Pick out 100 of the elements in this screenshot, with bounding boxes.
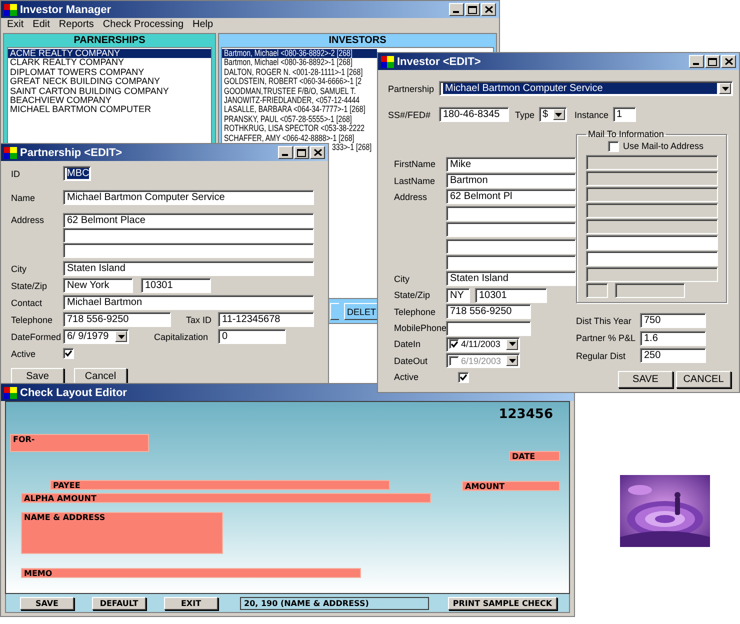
- field-label: ID: [11, 168, 21, 178]
- maximize-button[interactable]: [465, 3, 480, 16]
- editor-button[interactable]: DEFAULT: [92, 596, 146, 610]
- close-button[interactable]: [721, 55, 736, 68]
- minimize-button[interactable]: [449, 3, 464, 16]
- check-field[interactable]: MEMO: [21, 568, 361, 578]
- menu-item[interactable]: Edit: [32, 19, 50, 30]
- close-icon: [724, 58, 732, 65]
- text-field[interactable]: [586, 283, 608, 298]
- text-field[interactable]: 750: [640, 313, 706, 328]
- list-item[interactable]: DALTON, ROGER N. <001-28-1111>-1 [268]: [222, 68, 377, 78]
- field-label: Contact: [11, 298, 44, 308]
- id-field[interactable]: MBC: [63, 166, 91, 181]
- list-item[interactable]: DIPLOMAT TOWERS COMPANY: [8, 68, 211, 78]
- list-item[interactable]: GOODMAN,TRUSTEE F/B/O, SAMUEL T.: [222, 86, 377, 96]
- field-label: DateIn: [394, 339, 422, 350]
- list-item[interactable]: SAINT CARTON BUILDING COMPANY: [8, 86, 211, 96]
- delete-button[interactable]: DELET: [344, 303, 377, 320]
- text-field[interactable]: 250: [640, 348, 706, 364]
- text-field[interactable]: [446, 238, 576, 254]
- dialog-button[interactable]: CANCEL: [676, 370, 731, 388]
- text-field[interactable]: 1.6: [640, 330, 706, 346]
- close-button[interactable]: [310, 146, 325, 159]
- menu-item[interactable]: Help: [192, 19, 214, 30]
- text-field[interactable]: [446, 255, 576, 270]
- text-field[interactable]: 10301: [475, 288, 547, 303]
- text-field[interactable]: Staten Island: [63, 261, 314, 276]
- check-field[interactable]: PAYEE: [50, 480, 390, 490]
- list-item[interactable]: CLARK REALTY COMPANY: [8, 58, 211, 68]
- text-field[interactable]: Michael Bartmon Computer Service: [63, 190, 314, 205]
- list-item[interactable]: Bartmon, Michael <080-36-8892>-1 [268]: [222, 58, 377, 68]
- field-label: Active: [394, 372, 420, 382]
- text-field[interactable]: [63, 243, 314, 258]
- text-field[interactable]: [446, 222, 576, 238]
- text-field[interactable]: Bartmon: [446, 173, 576, 188]
- check-field[interactable]: ALPHA AMOUNT: [21, 493, 431, 503]
- text-field[interactable]: Michael Bartmon: [63, 295, 314, 310]
- text-field[interactable]: 0: [218, 329, 286, 344]
- list-item[interactable]: Bartmon, Michael <080-36-8892>-2 [268]: [222, 49, 377, 58]
- close-button[interactable]: [481, 3, 496, 16]
- print-button[interactable]: PRINT SAMPLE CHECK: [448, 596, 557, 610]
- field-label: Active: [11, 348, 37, 358]
- checkbox[interactable]: [449, 339, 459, 350]
- list-item[interactable]: ROTHKRUG, LISA SPECTOR <053-38-2222: [222, 124, 377, 134]
- list-item[interactable]: ACME REALTY COMPANY: [8, 49, 211, 58]
- text-field[interactable]: [586, 235, 718, 250]
- text-field[interactable]: 62 Belmont Place: [63, 213, 314, 228]
- text-field[interactable]: 1: [612, 107, 636, 122]
- date-dropdown[interactable]: 6/ 9/1979: [63, 329, 129, 344]
- text-field[interactable]: 62 Belmont Pl: [446, 189, 576, 204]
- text-field[interactable]: New York: [63, 278, 133, 293]
- list-item[interactable]: BEACHVIEW COMPANY: [8, 96, 211, 106]
- list-item[interactable]: GREAT NECK BUILDING COMPANY: [8, 77, 211, 87]
- editor-button[interactable]: SAVE: [20, 596, 74, 610]
- checkbox[interactable]: [449, 356, 459, 366]
- checkbox[interactable]: [458, 372, 469, 383]
- maximize-button[interactable]: [705, 55, 720, 68]
- menu-item[interactable]: Check Processing: [102, 19, 184, 30]
- list-item[interactable]: MICHAEL BARTMON COMPUTER: [8, 105, 211, 115]
- text-field[interactable]: Staten Island: [446, 271, 576, 286]
- dialog-button[interactable]: SAVE: [618, 370, 673, 388]
- list-item[interactable]: GOLDSTEIN, ROBERT <060-34-6666>-1 [2: [222, 77, 377, 87]
- text-field[interactable]: [446, 206, 576, 221]
- date-picker[interactable]: 4/11/2003: [446, 336, 520, 352]
- field-label: Telephone: [11, 314, 54, 324]
- minimize-button[interactable]: [689, 55, 704, 68]
- text-field[interactable]: [63, 228, 314, 243]
- editor-button[interactable]: EXIT: [164, 596, 218, 610]
- menu-item[interactable]: Exit: [7, 19, 24, 30]
- partnership-dropdown[interactable]: Michael Bartmon Computer Service: [439, 81, 733, 96]
- text-field[interactable]: [586, 251, 718, 266]
- list-item[interactable]: JANOWITZ-FRIEDLANDER, <057-12-4444: [222, 96, 377, 106]
- checkbox[interactable]: [608, 140, 619, 152]
- list-item[interactable]: 333>-1 [268]: [332, 142, 378, 152]
- minimize-button[interactable]: [278, 146, 293, 159]
- menu-item[interactable]: Reports: [58, 19, 94, 30]
- text-field[interactable]: 718 556-9250: [446, 304, 531, 320]
- list-item[interactable]: SCHAFFER, AMY <066-42-8888>-1 [268]: [222, 134, 377, 143]
- text-field[interactable]: Mike: [446, 156, 576, 172]
- text-field[interactable]: 718 556-9250: [63, 312, 171, 327]
- list-item[interactable]: LASALLE, BARBARA <064-34-7777>-1 [268]: [222, 105, 377, 115]
- text-field[interactable]: 11-12345678: [218, 312, 314, 327]
- text-field[interactable]: NY: [446, 288, 470, 303]
- text-field[interactable]: 180-46-8345: [439, 107, 509, 122]
- check-field[interactable]: FOR-: [10, 434, 149, 452]
- panel-heading: PARNERSHIPS: [72, 34, 146, 47]
- check-field[interactable]: NAME & ADDRESS: [21, 512, 223, 554]
- maximize-button[interactable]: [294, 146, 309, 159]
- action-button[interactable]: [330, 303, 339, 320]
- checkbox[interactable]: [63, 348, 74, 359]
- text-field[interactable]: [446, 320, 531, 336]
- field-label: DateFormed: [11, 332, 62, 342]
- check-field[interactable]: AMOUNT: [462, 481, 560, 491]
- text-field[interactable]: [615, 283, 685, 298]
- text-field[interactable]: 10301: [141, 278, 211, 293]
- check-field[interactable]: DATE: [509, 451, 560, 461]
- group-title: Mail To Information: [587, 129, 665, 139]
- field-label: State/Zip: [11, 280, 48, 290]
- list-item[interactable]: PRANSKY, PAUL <057-28-5555>-1 [268]: [222, 114, 377, 124]
- type-dropdown[interactable]: $: [538, 107, 567, 122]
